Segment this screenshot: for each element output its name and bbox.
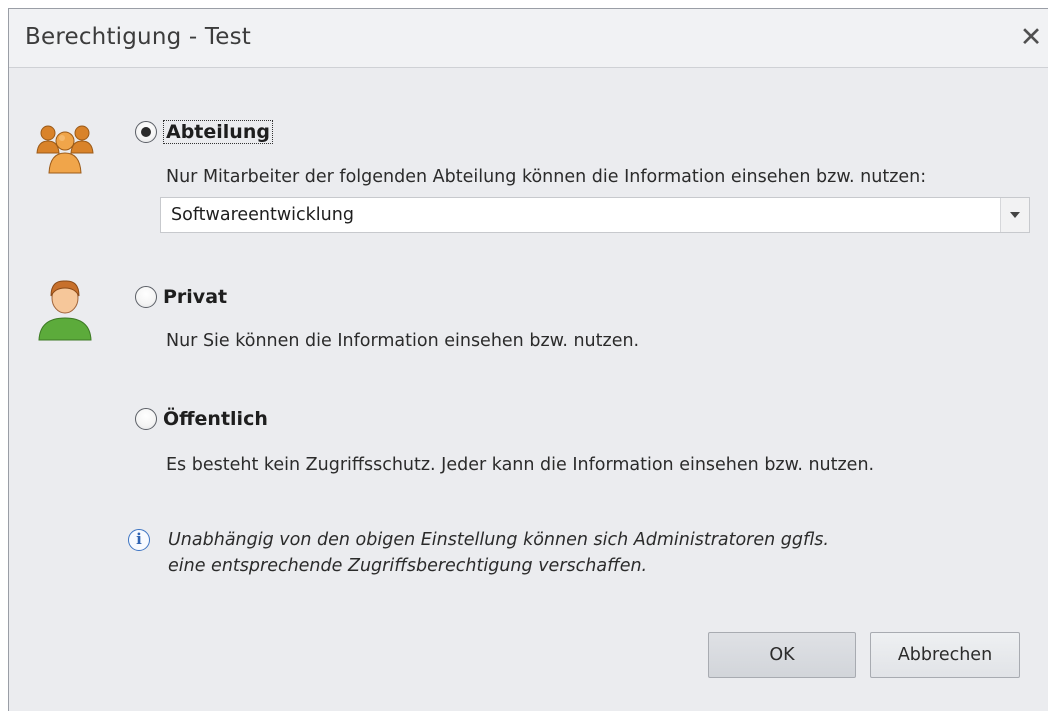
chevron-down-icon[interactable] xyxy=(1000,198,1029,232)
info-note: Unabhängig von den obigen Einstellung kö… xyxy=(168,527,829,579)
radio-department-indicator[interactable] xyxy=(135,121,157,143)
radio-department[interactable]: Abteilung xyxy=(135,120,273,144)
radio-public-label[interactable]: Öffentlich xyxy=(163,408,268,430)
info-icon: i xyxy=(128,529,150,551)
users-group-icon xyxy=(36,125,94,174)
info-note-line2: eine entsprechende Zugriffsberechtigung … xyxy=(168,556,648,576)
ok-button[interactable]: OK xyxy=(708,632,856,678)
permission-dialog: Berechtigung - Test ✕ xyxy=(8,8,1048,711)
radio-public[interactable]: Öffentlich xyxy=(135,408,268,430)
user-icon xyxy=(38,280,92,341)
cancel-button[interactable]: Abbrechen xyxy=(870,632,1020,678)
private-description: Nur Sie können die Information einsehen … xyxy=(166,331,640,351)
department-select-value: Softwareentwicklung xyxy=(171,205,354,225)
radio-private-label[interactable]: Privat xyxy=(163,286,227,308)
dialog-title: Berechtigung - Test xyxy=(25,24,252,50)
close-icon[interactable]: ✕ xyxy=(1018,24,1044,51)
info-note-line1: Unabhängig von den obigen Einstellung kö… xyxy=(168,530,829,550)
department-select[interactable]: Softwareentwicklung xyxy=(160,197,1030,233)
department-description: Nur Mitarbeiter der folgenden Abteilung … xyxy=(166,167,927,187)
public-description: Es besteht kein Zugriffsschutz. Jeder ka… xyxy=(166,455,875,475)
radio-department-label[interactable]: Abteilung xyxy=(163,120,273,144)
title-bar: Berechtigung - Test ✕ xyxy=(9,9,1048,68)
radio-public-indicator[interactable] xyxy=(135,408,157,430)
radio-private[interactable]: Privat xyxy=(135,286,227,308)
radio-private-indicator[interactable] xyxy=(135,286,157,308)
